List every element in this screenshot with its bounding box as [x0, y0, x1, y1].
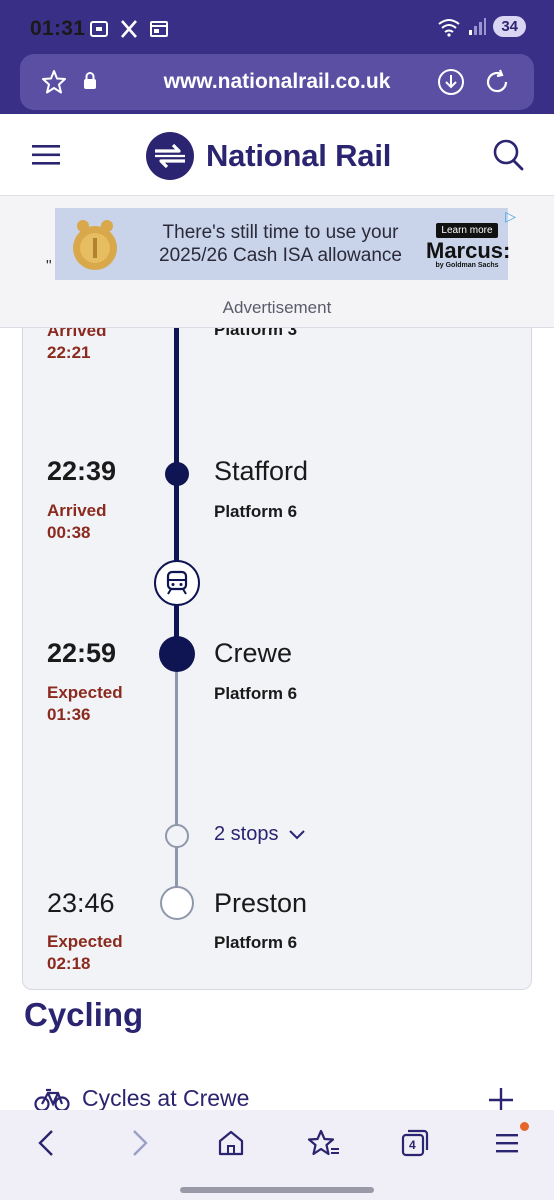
stop-platform: Platform 3 [214, 328, 298, 339]
stop-platform: Platform 6 [214, 684, 298, 703]
station-name[interactable]: Crewe [214, 638, 292, 669]
adchoices-icon[interactable]: ▷ [505, 208, 516, 225]
scheduled-time: 23:46 [47, 888, 115, 918]
scheduled-time: 22:39 [47, 456, 117, 486]
stop-dot-upcoming [160, 886, 194, 920]
scheduled-time: 22:59 [47, 638, 117, 668]
browser-menu-button[interactable] [494, 1122, 529, 1160]
advertiser-name: Marcus: [426, 237, 511, 263]
clock: 01:31 [30, 17, 86, 40]
intermediate-stops-label: 2 stops [214, 823, 279, 845]
piggy-coin-icon [55, 208, 135, 280]
bicycle-icon [34, 1088, 70, 1112]
tab-count: 4 [409, 1138, 416, 1152]
signal-icon [469, 17, 487, 35]
journey-timeline-card: Arrived 22:21 Platform 3 22:39 Stafford … [22, 328, 532, 990]
intermediate-stops-toggle[interactable]: 2 stops [214, 823, 306, 846]
ad-quote-mark: " [46, 258, 52, 275]
gesture-home-bar[interactable] [180, 1187, 374, 1193]
status-bar: 01:31 34 [0, 0, 554, 56]
current-train-position [154, 560, 200, 606]
stop-platform: Platform 6 [214, 933, 298, 952]
learn-more-button[interactable]: Learn more [436, 222, 498, 238]
download-icon[interactable] [436, 67, 466, 97]
tabs-button[interactable]: 4 [400, 1128, 430, 1158]
search-icon[interactable] [492, 138, 524, 172]
x-app-icon [121, 20, 137, 38]
stop-dot-current [159, 636, 195, 672]
stop-platform: Platform 6 [214, 502, 298, 521]
back-icon[interactable] [34, 1128, 58, 1158]
double-arrow-logo-icon [146, 132, 194, 180]
reload-icon[interactable] [482, 67, 512, 97]
ad-banner[interactable]: There's still time to use your 2025/26 C… [55, 208, 516, 280]
address-bar[interactable]: www.nationalrail.co.uk [20, 54, 534, 110]
stop-status: Expected 02:18 [47, 932, 123, 973]
forward-icon[interactable] [128, 1128, 152, 1158]
advertiser-sub: by Goldman Sachs [435, 261, 499, 269]
browser-toolbar: www.nationalrail.co.uk [0, 54, 554, 114]
brand-name: National Rail [206, 138, 392, 173]
ad-text-line1: There's still time to use your [162, 222, 399, 243]
advertisement-area: There's still time to use your 2025/26 C… [0, 196, 554, 328]
advertisement-label: Advertisement [222, 298, 332, 317]
chevron-down-icon [289, 829, 306, 839]
intermediate-stops-dot [165, 824, 189, 848]
cycles-accordion-item[interactable]: Cycles at Crewe [34, 1085, 518, 1112]
screen-record-icon [90, 21, 108, 37]
timeline-line-upcoming [175, 654, 178, 902]
menu-lines-icon [496, 1134, 518, 1153]
stop-status: Arrived 00:38 [47, 501, 107, 542]
stop-status: Arrived 22:21 [47, 328, 107, 362]
cycling-heading: Cycling [24, 996, 144, 1033]
national-rail-logo[interactable]: National Rail [146, 132, 391, 180]
home-icon[interactable] [216, 1128, 246, 1158]
bookmarks-star-icon[interactable] [306, 1128, 340, 1158]
station-name[interactable]: Stafford [214, 456, 308, 487]
notification-dot [520, 1122, 529, 1131]
battery-indicator: 34 [493, 16, 526, 37]
station-name[interactable]: Preston [214, 888, 307, 919]
cycles-label: Cycles at Crewe [82, 1085, 250, 1111]
wifi-icon [438, 18, 460, 37]
calendar-icon [150, 21, 168, 37]
stop-dot-passed [165, 462, 189, 486]
stop-status: Expected 01:36 [47, 683, 123, 724]
train-icon [166, 570, 188, 595]
ad-text-line2: 2025/26 Cash ISA allowance [159, 245, 402, 266]
site-header: National Rail [0, 114, 554, 196]
menu-icon[interactable] [32, 144, 60, 166]
